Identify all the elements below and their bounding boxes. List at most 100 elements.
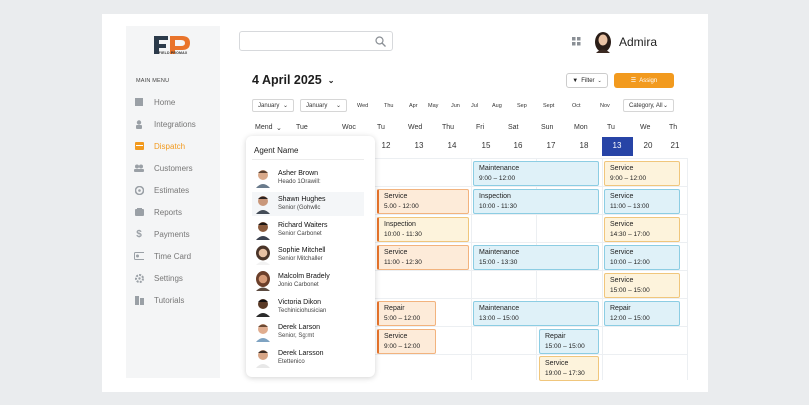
event-block[interactable]: Inspection 10:00 - 11:30 xyxy=(473,189,599,214)
sidebar-item-estimates[interactable]: Estimates xyxy=(134,183,218,197)
chevron-down-icon: ⌄ xyxy=(335,103,341,109)
event-block[interactable]: Service 15:00 – 15:00 xyxy=(604,273,680,298)
agent-role: Senior Carbonet xyxy=(278,231,322,237)
agent-row[interactable]: Derek Larsson Etettenico xyxy=(252,346,364,370)
sidebar-item-home[interactable]: Home xyxy=(134,95,218,109)
search-input[interactable] xyxy=(239,31,393,51)
event-title: Service xyxy=(384,249,408,256)
month-select-value: January xyxy=(306,102,328,109)
day-header: Fri xyxy=(476,124,485,131)
event-block[interactable]: Repair 12:00 – 15:00 xyxy=(604,301,680,326)
agent-avatar xyxy=(256,170,270,188)
agent-row[interactable]: Malcolm Bradely Jonio Carbonet xyxy=(252,269,364,293)
sidebar-item-tutorials[interactable]: Tutorials xyxy=(134,293,218,307)
event-time: 15:00 - 13:30 xyxy=(479,259,518,266)
grid-column-line xyxy=(602,158,603,380)
event-title: Service xyxy=(545,360,569,367)
assign-button[interactable]: ☰ Assign xyxy=(614,73,674,88)
assign-label: Assign xyxy=(639,77,658,84)
date-cell[interactable]: 21 xyxy=(660,141,690,150)
day-header: Tu xyxy=(607,124,615,131)
sidebar-item-time-card[interactable]: Time Card xyxy=(134,249,218,263)
search-icon[interactable] xyxy=(375,36,386,47)
user-name[interactable]: Admira xyxy=(619,35,657,49)
event-block[interactable]: Maintenance 15:00 - 13:30 xyxy=(473,245,599,270)
date-cell[interactable]: 12 xyxy=(371,141,401,150)
sidebar-item-reports[interactable]: Reports xyxy=(134,205,218,219)
gear-icon xyxy=(134,273,144,283)
chevron-down-icon: ⌄ xyxy=(276,125,282,132)
category-select[interactable]: Category, All ⌄ xyxy=(623,99,674,112)
sidebar-item-integrations[interactable]: Integrations xyxy=(134,117,218,131)
event-time: 12:00 – 15:00 xyxy=(610,315,650,322)
event-block[interactable]: Repair 5:00 – 12:00 xyxy=(377,301,436,326)
event-block[interactable]: Repair 15:00 – 15:00 xyxy=(539,329,599,354)
reports-icon xyxy=(134,207,144,217)
event-block[interactable]: Service 9:00 – 12:00 xyxy=(604,161,680,186)
date-cell-today[interactable]: 13 xyxy=(602,141,632,150)
event-block[interactable]: Service 9:00 – 12:00 xyxy=(377,329,436,354)
date-cell[interactable]: 17 xyxy=(536,141,566,150)
filter-label: Filter xyxy=(581,77,595,84)
event-block[interactable]: Service 5.00 - 12:00 xyxy=(377,189,469,214)
month-label[interactable]: Oct xyxy=(572,99,581,112)
date-cell[interactable]: 18 xyxy=(569,141,599,150)
chevron-down-icon: ⌄ xyxy=(327,75,335,85)
agent-avatar xyxy=(256,324,270,342)
date-cell[interactable]: 13 xyxy=(404,141,434,150)
event-title: Maintenance xyxy=(479,305,520,312)
month-select-value: January xyxy=(258,102,280,109)
month-label[interactable]: Wed xyxy=(357,99,368,112)
agent-row[interactable]: Sophie Mitchell Senior Mitchaller xyxy=(252,243,364,267)
filter-button[interactable]: ▼ Filter ⌄ xyxy=(566,73,608,88)
sidebar-item-label: Reports xyxy=(154,207,183,217)
agent-row[interactable]: Victoria Dikon Techiniciohusician xyxy=(252,295,364,319)
month-select-1[interactable]: January ⌄ xyxy=(252,99,294,112)
agent-role: Etettenico xyxy=(278,359,305,365)
month-label[interactable]: May xyxy=(428,99,438,112)
agent-row[interactable]: Richard Waiters Senior Carbonet xyxy=(252,218,364,242)
apps-grid-icon[interactable] xyxy=(572,37,581,46)
agent-row[interactable]: Shawn Hughes Senior (Gohwllc xyxy=(252,192,364,216)
sidebar-item-settings[interactable]: Settings xyxy=(134,271,218,285)
event-block[interactable]: Service 19:00 – 17:30 xyxy=(539,356,599,381)
agent-role: Senior, Sg:mt xyxy=(278,333,315,339)
event-block[interactable]: Maintenance 9:00 – 12:00 xyxy=(473,161,599,186)
agent-name: Derek Larson xyxy=(278,324,321,331)
agent-row[interactable]: Derek Larson Senior, Sg:mt xyxy=(252,320,364,344)
sidebar-item-dispatch[interactable]: Dispatch xyxy=(134,139,218,153)
month-label[interactable]: Jul xyxy=(471,99,478,112)
sidebar-item-payments[interactable]: $ Payments xyxy=(134,227,218,241)
date-cell[interactable]: 14 xyxy=(437,141,467,150)
date-cell[interactable]: 15 xyxy=(471,141,501,150)
date-picker[interactable]: 4 April 2025 ⌄ xyxy=(252,73,334,87)
event-block[interactable]: Service 11:00 - 12:30 xyxy=(377,245,469,270)
month-label[interactable]: Thu xyxy=(384,99,393,112)
date-cell[interactable]: 20 xyxy=(633,141,663,150)
month-label[interactable]: Aug xyxy=(492,99,502,112)
month-label[interactable]: Nov xyxy=(600,99,610,112)
date-cell[interactable]: 16 xyxy=(503,141,533,150)
month-label[interactable]: Sep xyxy=(517,99,527,112)
event-title: Service xyxy=(610,193,634,200)
event-block[interactable]: Service 14:30 – 17:00 xyxy=(604,217,680,242)
sidebar-item-customers[interactable]: Customers xyxy=(134,161,218,175)
event-title: Maintenance xyxy=(479,249,520,256)
event-block[interactable]: Service 11:00 – 13:00 xyxy=(604,189,680,214)
month-label[interactable]: Apr xyxy=(409,99,418,112)
user-avatar[interactable] xyxy=(593,31,613,53)
agent-row[interactable]: Asher Brown Heado 1Orawill: xyxy=(252,166,364,190)
event-block[interactable]: Service 10:00 – 12:00 xyxy=(604,245,680,270)
event-title: Repair xyxy=(384,305,405,312)
estimates-icon xyxy=(134,185,144,195)
event-block[interactable]: Inspection 10:00 - 11:30 xyxy=(377,217,469,242)
month-label[interactable]: Sept xyxy=(543,99,554,112)
event-time: 11:00 – 13:00 xyxy=(610,203,650,210)
event-time: 15:00 – 15:00 xyxy=(610,287,650,294)
sidebar-item-label: Estimates xyxy=(154,185,190,195)
agent-role: Heado 1Orawill: xyxy=(278,179,321,185)
month-select-2[interactable]: January ⌄ xyxy=(300,99,347,112)
month-label[interactable]: Jun xyxy=(451,99,460,112)
event-time: 11:00 - 12:30 xyxy=(384,259,422,266)
event-block[interactable]: Maintenance 13:00 – 15:00 xyxy=(473,301,599,326)
